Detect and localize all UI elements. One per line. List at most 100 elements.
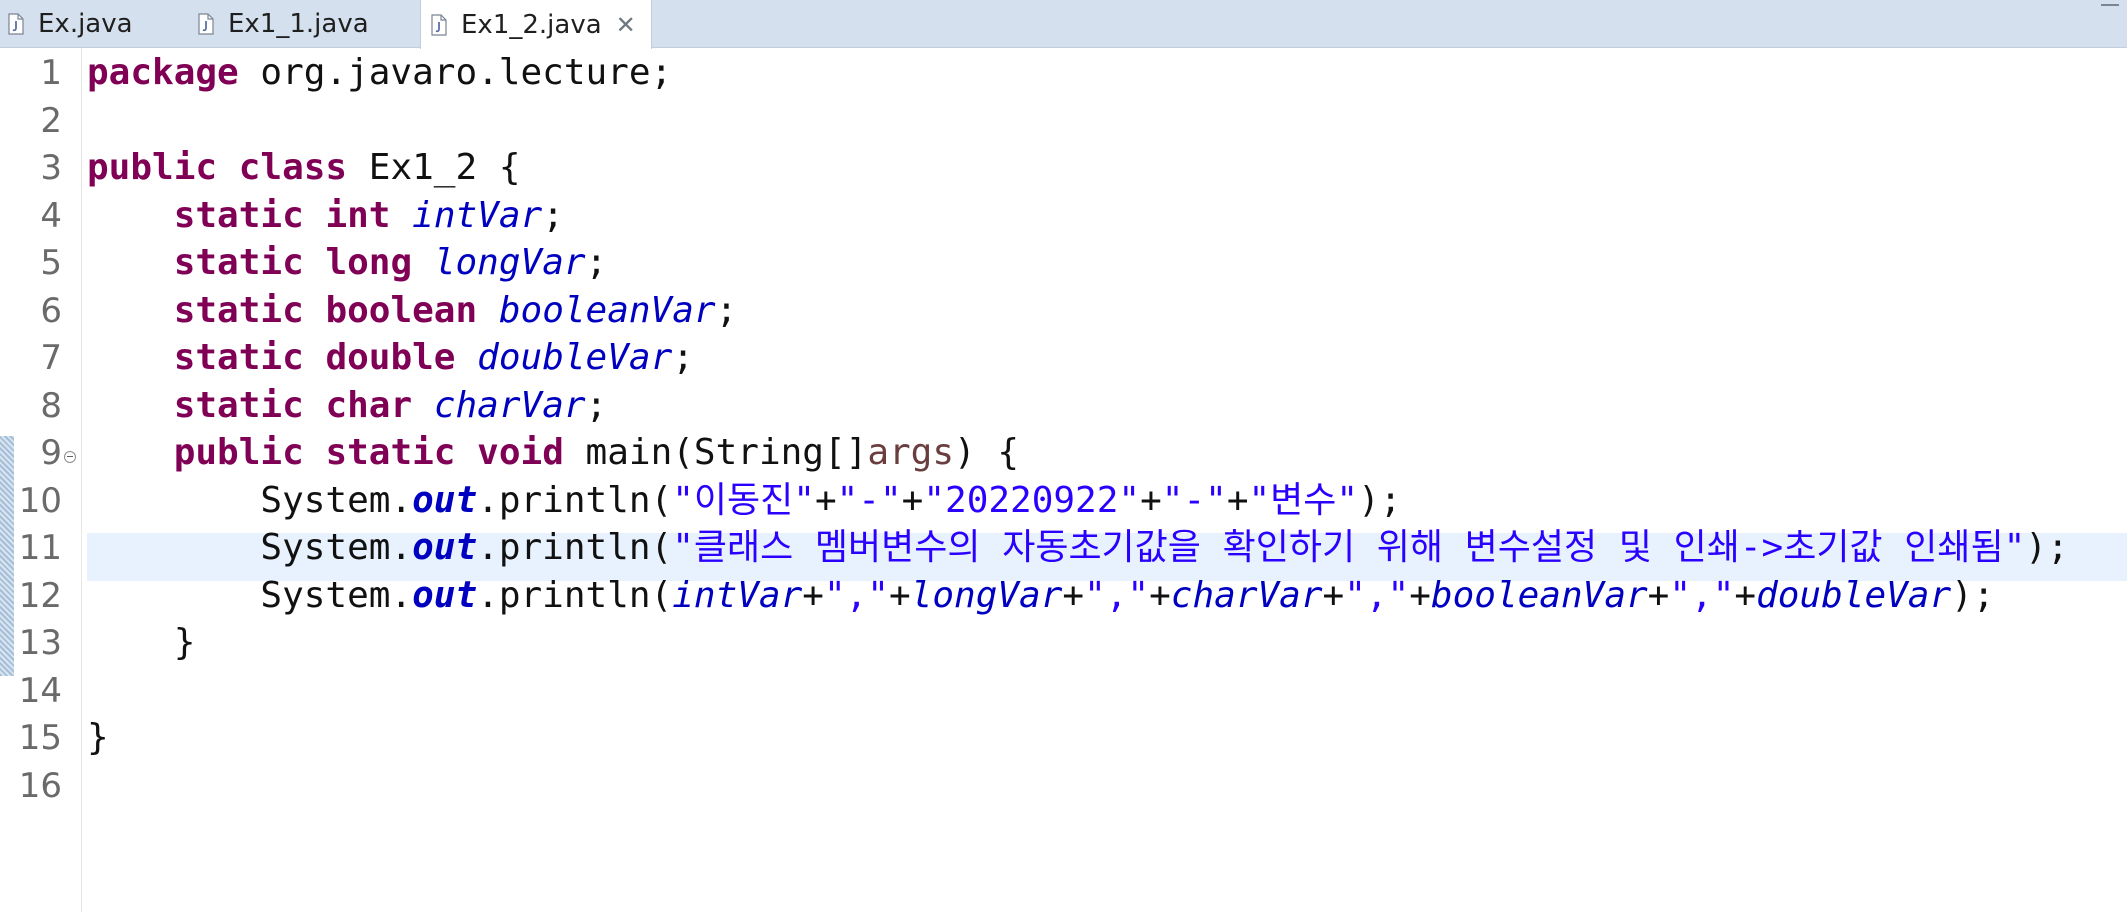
plain-token: );: [1951, 574, 1995, 616]
code-line[interactable]: static double doubleVar;: [87, 334, 694, 382]
keyword-token: double: [325, 337, 456, 378]
code-line[interactable]: static int intVar;: [87, 192, 564, 240]
keyword-token: static: [173, 242, 304, 283]
code-line[interactable]: public class Ex1_2 {: [87, 144, 521, 192]
string-token: ",": [1344, 574, 1410, 616]
code-line[interactable]: static long longVar;: [87, 239, 608, 287]
string-token: ",": [823, 574, 889, 616]
plain-token: ;: [672, 337, 694, 378]
plain-token: +: [901, 479, 924, 521]
field-token: booleanVar: [1430, 574, 1648, 616]
code-line[interactable]: public static void main(String[]args) {: [87, 429, 1019, 477]
plain-token: ;: [585, 242, 608, 283]
string-token: ",": [1669, 574, 1735, 616]
string-token: "변수": [1248, 479, 1359, 521]
plain-token: +: [814, 479, 837, 521]
plain-token: }: [87, 622, 196, 663]
field-token: charVar: [1170, 574, 1323, 616]
code-line[interactable]: }: [87, 714, 109, 762]
code-line[interactable]: System.out.println("이동진"+"-"+"20220922"+…: [87, 477, 1401, 525]
plain-token: System.: [87, 574, 413, 616]
string-token: "-": [836, 479, 902, 521]
plain-token: +: [1149, 574, 1171, 616]
line-number: 2: [40, 100, 62, 141]
plain-token: +: [1140, 479, 1162, 521]
keyword-token: static: [325, 432, 456, 473]
plain-token: );: [2025, 527, 2069, 568]
plain-token: .println(: [477, 527, 673, 568]
keyword-token: public: [87, 147, 218, 188]
close-icon[interactable]: ✕: [616, 13, 636, 37]
parameter-token: args: [867, 432, 955, 473]
line-number: 6: [40, 290, 62, 331]
java-file-icon: [431, 13, 447, 36]
plain-token: );: [1358, 479, 1402, 521]
tab-ex1-1-java[interactable]: Ex1_1.java: [190, 0, 420, 48]
keyword-token: int: [325, 194, 391, 236]
java-file-icon: [8, 13, 24, 35]
code-line[interactable]: System.out.println("클래스 멤버변수의 자동초기값을 확인하…: [87, 524, 2069, 572]
plain-token: ) {: [954, 432, 1020, 473]
tab-label: Ex1_1.java: [228, 9, 369, 39]
field-token: intVar: [672, 574, 803, 616]
line-number: 10: [18, 480, 62, 521]
minimize-icon[interactable]: [2101, 4, 2119, 10]
plain-token: +: [1409, 574, 1431, 616]
string-token: "-": [1161, 479, 1227, 521]
plain-token: System.: [87, 479, 413, 521]
keyword-token: package: [87, 52, 239, 93]
keyword-token: boolean: [325, 289, 478, 331]
tab-ex1-2-java[interactable]: Ex1_2.java ✕: [420, 0, 652, 49]
code-editor[interactable]: 1 2 3 4 5 6 7 8 9 10 11 12 13 14 15 16 package org.java…: [0, 48, 2127, 912]
fold-collapse-icon[interactable]: [64, 451, 76, 463]
plain-token: +: [1226, 479, 1249, 521]
plain-token: }: [87, 717, 109, 758]
field-token: intVar: [412, 194, 543, 236]
line-number: 15: [18, 718, 62, 758]
code-line[interactable]: package org.javaro.lecture;: [87, 49, 672, 97]
code-area[interactable]: package org.javaro.lecture; public class …: [87, 48, 2127, 912]
java-file-icon: [198, 13, 214, 35]
plain-token: +: [802, 574, 824, 616]
field-token: booleanVar: [498, 289, 716, 331]
line-number: 9: [40, 433, 62, 473]
line-number: 7: [40, 338, 62, 378]
static-field-token: out: [412, 574, 478, 616]
tab-label: Ex.java: [38, 9, 133, 39]
line-number: 3: [40, 148, 62, 188]
field-token: doubleVar: [477, 337, 673, 378]
code-line[interactable]: static char charVar;: [87, 382, 608, 430]
string-token: "클래스 멤버변수의 자동초기값을 확인하기 위해 변수설정 및 인쇄->초기값…: [672, 527, 2026, 568]
keyword-token: char: [325, 384, 413, 426]
line-number: 14: [18, 670, 62, 711]
plain-token: +: [1322, 574, 1345, 616]
code-line[interactable]: }: [87, 619, 196, 667]
line-number: 12: [18, 575, 62, 616]
plain-token: ;: [585, 384, 608, 426]
field-token: doubleVar: [1756, 574, 1952, 616]
plain-token: main(String[]: [563, 432, 868, 473]
plain-token: +: [1062, 574, 1085, 616]
code-line[interactable]: static boolean booleanVar;: [87, 287, 738, 335]
line-number: 8: [40, 385, 62, 426]
tab-ex-java[interactable]: Ex.java: [0, 0, 190, 48]
field-token: charVar: [433, 384, 586, 426]
code-line[interactable]: System.out.println(intVar+","+longVar+",…: [87, 572, 1995, 620]
line-number: 1: [40, 53, 62, 93]
editor-tab-bar: Ex.java Ex1_1.java Ex1_2.java ✕: [0, 0, 2127, 49]
field-token: longVar: [433, 242, 586, 283]
